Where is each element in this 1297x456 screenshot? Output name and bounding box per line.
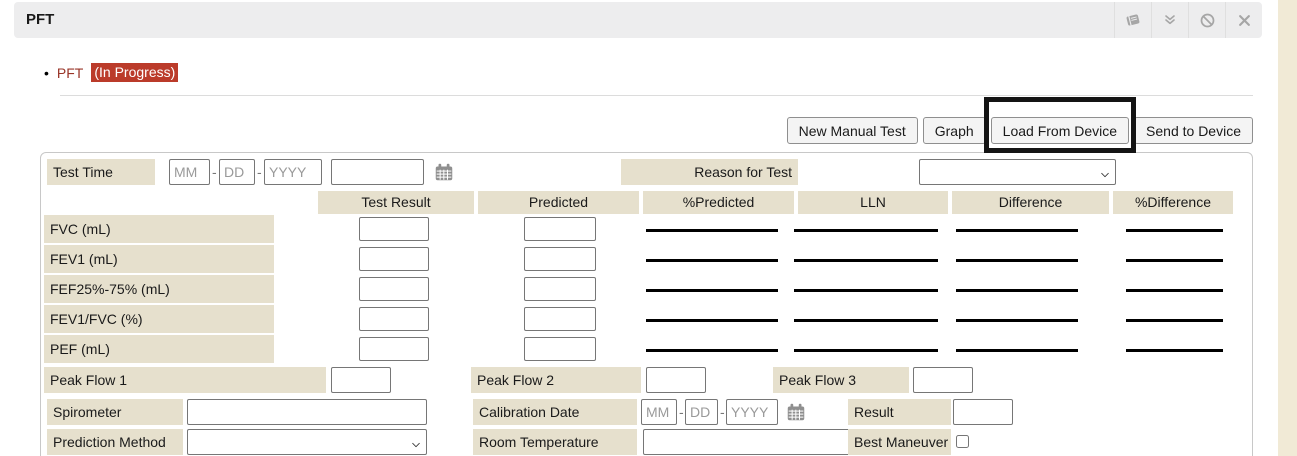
prediction-method-select[interactable] [187, 429, 427, 455]
test-time-label: Test Time [47, 159, 155, 185]
page-title: PFT [26, 2, 54, 38]
fev1fvc-lln-line [794, 319, 938, 322]
calibration-year-input[interactable] [726, 399, 778, 425]
calibration-month-input[interactable] [641, 399, 677, 425]
send-to-device-button[interactable]: Send to Device [1134, 117, 1253, 144]
peak-flow-2-label: Peak Flow 2 [471, 367, 641, 393]
column-header-test-result: Test Result [318, 191, 474, 214]
load-from-device-button[interactable]: Load From Device [991, 117, 1129, 144]
in-progress-badge: (In Progress) [91, 63, 178, 82]
fev1-pct-difference-line [1126, 259, 1223, 262]
fef2575-predicted-input[interactable] [524, 277, 596, 301]
pft-form-table: Test Time - - Reason for Test [40, 152, 1253, 456]
peak-flow-2-input[interactable] [646, 367, 706, 393]
double-chevron-down-icon[interactable] [1151, 2, 1188, 38]
room-temperature-label: Room Temperature [473, 429, 637, 455]
calendar-icon[interactable] [433, 161, 455, 186]
pef-lln-line [794, 349, 938, 352]
fev1fvc-test-result-input[interactable] [359, 307, 429, 331]
fvc-pct-predicted-line [646, 229, 778, 232]
fev1-test-result-input[interactable] [359, 247, 429, 271]
test-time-year-input[interactable] [264, 159, 322, 185]
result-label: Result [848, 399, 951, 425]
reason-for-test-select[interactable] [919, 159, 1116, 185]
divider [60, 95, 1253, 96]
fvc-test-result-input[interactable] [359, 217, 429, 241]
column-header-lln: LLN [798, 191, 948, 214]
page-edge-strip [1278, 0, 1297, 456]
prediction-method-label: Prediction Method [47, 429, 183, 455]
bullet-marker: • [44, 65, 49, 81]
date-separator: - [212, 159, 217, 185]
column-header-predicted: Predicted [478, 191, 639, 214]
spirometer-input[interactable] [187, 399, 427, 425]
column-header-pct-predicted: %Predicted [643, 191, 794, 214]
row-label-fev1: FEV1 (mL) [44, 245, 274, 273]
pef-test-result-input[interactable] [359, 337, 429, 361]
new-manual-test-button[interactable]: New Manual Test [787, 117, 918, 144]
room-temperature-input[interactable] [643, 429, 855, 455]
date-separator: - [257, 159, 262, 185]
fvc-pct-difference-line [1126, 229, 1223, 232]
fev1fvc-pct-difference-line [1126, 319, 1223, 322]
book-icon[interactable] [1114, 2, 1151, 38]
best-maneuver-label: Best Maneuver [848, 429, 951, 455]
fef2575-pct-predicted-line [646, 289, 778, 292]
fev1-difference-line [956, 259, 1078, 262]
column-header-pct-difference: %Difference [1113, 191, 1233, 214]
close-icon[interactable] [1225, 2, 1262, 38]
action-button-row: New Manual Test Graph Load From Device S… [40, 117, 1253, 144]
result-input[interactable] [953, 399, 1013, 425]
fef2575-lln-line [794, 289, 938, 292]
peak-flow-3-input[interactable] [913, 367, 973, 393]
row-label-pef: PEF (mL) [44, 335, 274, 363]
calendar-icon[interactable] [785, 401, 807, 426]
spirometer-label: Spirometer [47, 399, 183, 425]
peak-flow-3-label: Peak Flow 3 [773, 367, 909, 393]
pef-difference-line [956, 349, 1078, 352]
pef-pct-predicted-line [646, 349, 778, 352]
best-maneuver-checkbox[interactable] [956, 435, 969, 448]
test-time-day-input[interactable] [219, 159, 255, 185]
fvc-difference-line [956, 229, 1078, 232]
status-line: • PFT (In Progress) [44, 63, 178, 82]
date-separator: - [679, 399, 684, 425]
pef-pct-difference-line [1126, 349, 1223, 352]
test-time-month-input[interactable] [169, 159, 210, 185]
fev1fvc-difference-line [956, 319, 1078, 322]
fef2575-difference-line [956, 289, 1078, 292]
fev1fvc-pct-predicted-line [646, 319, 778, 322]
fev1fvc-predicted-input[interactable] [524, 307, 596, 331]
pef-predicted-input[interactable] [524, 337, 596, 361]
fvc-predicted-input[interactable] [524, 217, 596, 241]
panel-toolbar [1114, 2, 1262, 38]
peak-flow-1-input[interactable] [331, 367, 391, 393]
date-separator: - [720, 399, 725, 425]
row-label-fev1-fvc: FEV1/FVC (%) [44, 305, 274, 333]
calibration-day-input[interactable] [685, 399, 718, 425]
fef2575-test-result-input[interactable] [359, 277, 429, 301]
column-header-difference: Difference [952, 191, 1109, 214]
fev1-pct-predicted-line [646, 259, 778, 262]
row-label-fvc: FVC (mL) [44, 215, 274, 243]
fvc-lln-line [794, 229, 938, 232]
fef2575-pct-difference-line [1126, 289, 1223, 292]
pft-record-link[interactable]: PFT [57, 65, 83, 81]
fev1-predicted-input[interactable] [524, 247, 596, 271]
pft-panel: PFT [0, 0, 1297, 456]
calibration-date-label: Calibration Date [473, 399, 637, 425]
graph-button[interactable]: Graph [923, 117, 986, 144]
row-label-fef2575: FEF25%-75% (mL) [44, 275, 274, 303]
panel-header: PFT [14, 2, 1262, 38]
circle-slash-icon[interactable] [1188, 2, 1225, 38]
fev1-lln-line [794, 259, 938, 262]
test-time-time-input[interactable] [331, 159, 424, 185]
peak-flow-1-label: Peak Flow 1 [44, 367, 326, 393]
reason-for-test-label: Reason for Test [621, 159, 798, 185]
